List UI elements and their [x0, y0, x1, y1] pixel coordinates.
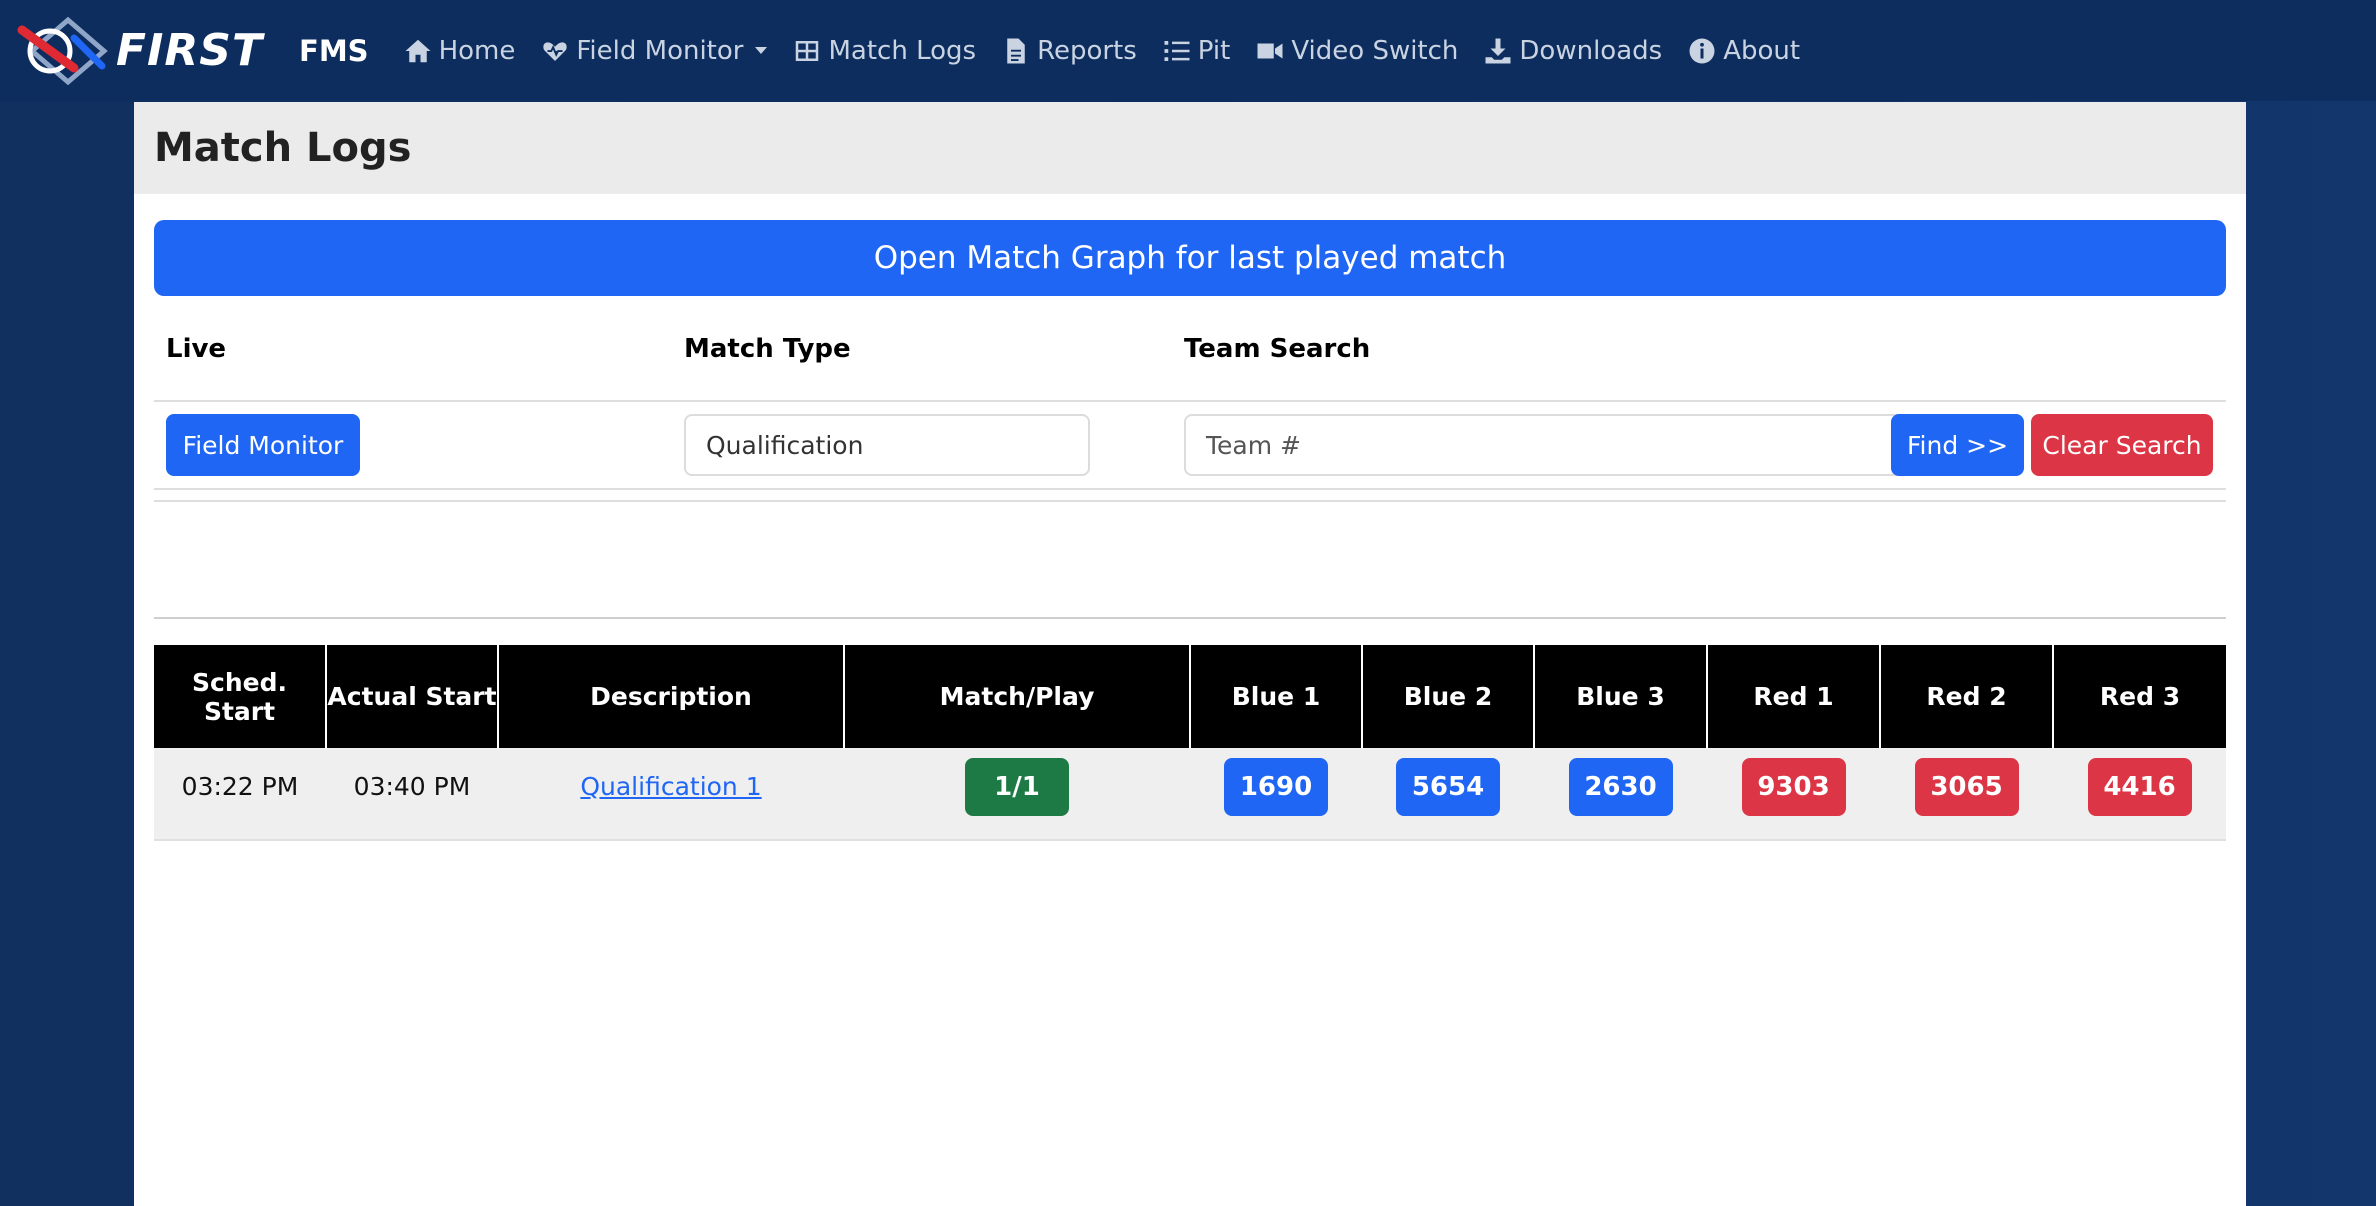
col-header-match-play[interactable]: Match/Play: [844, 645, 1191, 748]
field-monitor-button[interactable]: Field Monitor: [166, 414, 360, 476]
blue-1-cell: 1690: [1190, 748, 1362, 841]
col-header-actual-start[interactable]: Actual Start: [326, 645, 499, 748]
info-icon: [1689, 38, 1715, 63]
app-name[interactable]: FMS: [299, 34, 369, 68]
match-logs-table: Sched. Start Actual Start Description Ma…: [154, 645, 2226, 841]
clear-search-button[interactable]: Clear Search: [2031, 414, 2213, 476]
top-navbar: FIRST FMS Home Field Monitor Match Logs …: [0, 0, 2376, 101]
red-2-cell: 3065: [1880, 748, 2053, 841]
match-type-select[interactable]: Qualification: [684, 414, 1090, 476]
team-badge-red-1[interactable]: 9303: [1741, 758, 1846, 816]
filter-top-divider: [154, 400, 2226, 402]
nav-field-monitor[interactable]: Field Monitor: [540, 35, 768, 66]
nav-reports[interactable]: Reports: [1001, 36, 1137, 66]
blue-2-cell: 5654: [1362, 748, 1534, 841]
team-search-label: Team Search: [1184, 334, 1371, 364]
nav-match-logs[interactable]: Match Logs: [792, 36, 976, 66]
red-1-cell: 9303: [1707, 748, 1880, 841]
col-header-blue-3[interactable]: Blue 3: [1534, 645, 1708, 748]
download-icon: [1485, 38, 1511, 63]
nav-pit[interactable]: Pit: [1162, 35, 1231, 66]
col-header-red-1[interactable]: Red 1: [1707, 645, 1881, 748]
filter-divider: [154, 500, 2226, 502]
team-badge-red-2[interactable]: 3065: [1914, 758, 2019, 816]
page-header: Match Logs: [134, 102, 2246, 194]
team-search-input[interactable]: Team #: [1184, 414, 1904, 476]
team-badge-blue-3[interactable]: 2630: [1568, 758, 1673, 816]
nav-home[interactable]: Home: [403, 35, 516, 66]
col-header-blue-2[interactable]: Blue 2: [1362, 645, 1535, 748]
open-match-graph-button[interactable]: Open Match Graph for last played match: [154, 220, 2226, 296]
main-panel: Match Logs Open Match Graph for last pla…: [134, 102, 2246, 1206]
nav-reports-label: Reports: [1037, 35, 1137, 66]
col-header-sched-start[interactable]: Sched. Start: [154, 645, 327, 748]
table-row: 03:22 PM 03:40 PM Qualification 1 1/1 16…: [154, 748, 2226, 841]
live-label: Live: [166, 334, 227, 364]
section-separator: [154, 617, 2226, 619]
team-badge-blue-2[interactable]: 5654: [1396, 758, 1500, 816]
match-play-cell: 1/1: [844, 748, 1190, 841]
description-cell: Qualification 1: [498, 748, 844, 841]
nav-pit-label: Pit: [1197, 35, 1231, 66]
nav-downloads[interactable]: Downloads: [1483, 36, 1662, 66]
first-logo-icon: [17, 16, 108, 85]
match-play-badge[interactable]: 1/1: [965, 758, 1069, 816]
find-button[interactable]: Find >>: [1891, 414, 2024, 476]
nav-about[interactable]: About: [1687, 36, 1800, 66]
brand-text: FIRST: [116, 25, 264, 76]
page-title: Match Logs: [154, 125, 412, 171]
col-header-blue-1[interactable]: Blue 1: [1190, 645, 1363, 748]
sched-start-cell: 03:22 PM: [154, 748, 326, 841]
team-badge-blue-1[interactable]: 1690: [1224, 758, 1328, 816]
document-icon: [1007, 38, 1025, 63]
team-badge-red-3[interactable]: 4416: [2087, 758, 2192, 816]
brand[interactable]: FIRST: [14, 0, 263, 101]
match-type-label: Match Type: [684, 334, 851, 364]
nav-video-switch-label: Video Switch: [1291, 35, 1459, 66]
col-header-red-3[interactable]: Red 3: [2053, 645, 2226, 748]
nav-about-label: About: [1723, 35, 1801, 66]
col-header-description[interactable]: Description: [498, 645, 845, 748]
nav-field-monitor-label: Field Monitor: [576, 35, 744, 66]
actual-start-cell: 03:40 PM: [326, 748, 498, 841]
home-icon: [405, 39, 431, 62]
video-icon: [1257, 43, 1283, 58]
filter-bottom-divider: [154, 488, 2226, 490]
match-description-link[interactable]: Qualification 1: [580, 772, 761, 801]
chevron-down-icon: [755, 47, 768, 54]
col-header-red-2[interactable]: Red 2: [1880, 645, 2054, 748]
table-header-row: Sched. Start Actual Start Description Ma…: [154, 645, 2226, 748]
nav-match-logs-label: Match Logs: [828, 35, 977, 66]
table-icon: [796, 40, 819, 61]
nav-home-label: Home: [438, 35, 516, 66]
heartbeat-icon: [541, 39, 569, 64]
red-3-cell: 4416: [2053, 748, 2226, 841]
list-icon: [1164, 40, 1190, 61]
blue-3-cell: 2630: [1534, 748, 1707, 841]
nav-video-switch[interactable]: Video Switch: [1255, 36, 1458, 66]
nav-downloads-label: Downloads: [1519, 35, 1663, 66]
